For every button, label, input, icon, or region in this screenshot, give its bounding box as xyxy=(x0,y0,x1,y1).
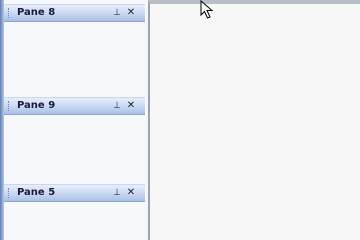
mouse-cursor-icon xyxy=(200,0,214,19)
pane-title: Pane 9 xyxy=(17,100,56,111)
pane-header-8[interactable]: Pane 8 ⊥ ✕ xyxy=(4,4,145,22)
close-icon[interactable]: ✕ xyxy=(126,100,136,112)
grip-handle[interactable] xyxy=(8,8,11,18)
document-area[interactable] xyxy=(148,0,360,240)
grip-handle[interactable] xyxy=(8,101,11,111)
grip-handle[interactable] xyxy=(8,188,11,198)
pane-header-9[interactable]: Pane 9 ⊥ ✕ xyxy=(4,97,145,115)
dock-panel: Pane 8 ⊥ ✕ Pane 9 ⊥ ✕ Pane 5 ⊥ ✕ xyxy=(0,0,146,240)
pane-header-5[interactable]: Pane 5 ⊥ ✕ xyxy=(4,184,145,202)
pin-icon[interactable]: ⊥ xyxy=(112,187,122,199)
close-icon[interactable]: ✕ xyxy=(126,7,136,19)
pane-title: Pane 5 xyxy=(17,187,56,198)
pin-icon[interactable]: ⊥ xyxy=(112,7,122,19)
close-icon[interactable]: ✕ xyxy=(126,187,136,199)
pin-icon[interactable]: ⊥ xyxy=(112,100,122,112)
pane-title: Pane 8 xyxy=(17,7,56,18)
dock-edge xyxy=(0,0,4,240)
